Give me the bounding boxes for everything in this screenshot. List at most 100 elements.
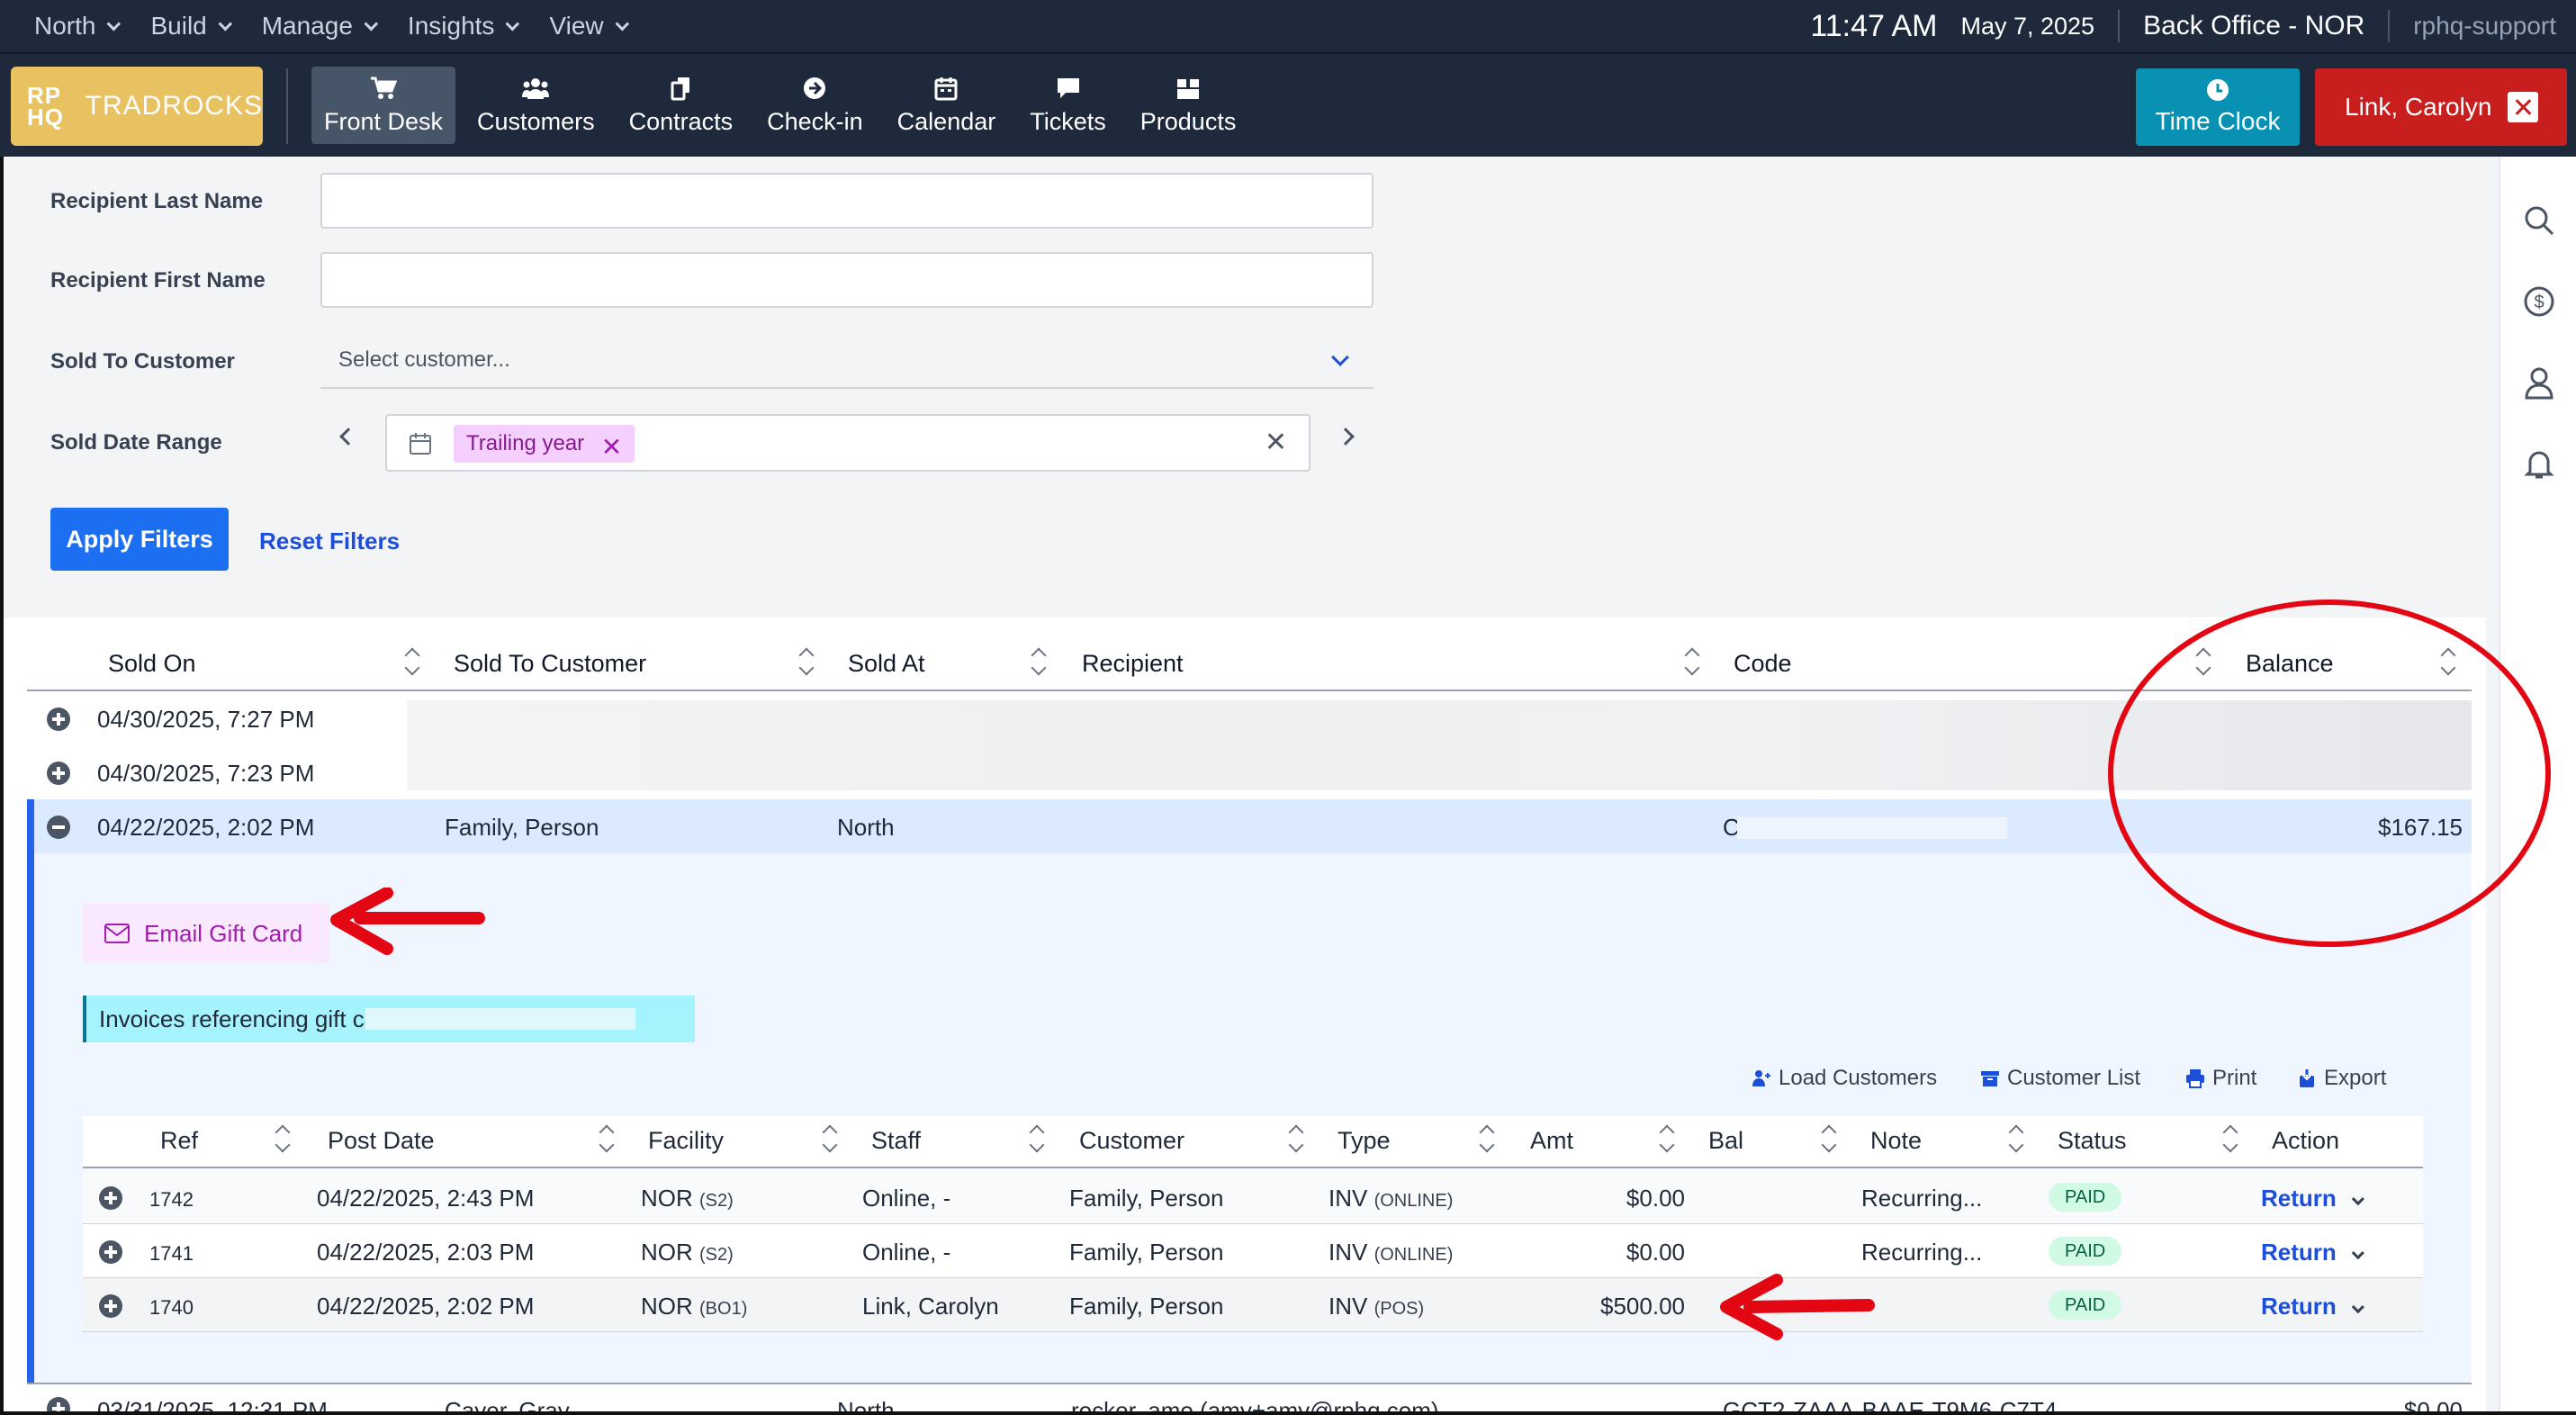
dollar-icon[interactable]: $: [2522, 284, 2556, 319]
brand-logo[interactable]: RP HQ TRADROCKS: [11, 67, 263, 146]
column-facility[interactable]: Facility: [648, 1127, 724, 1155]
column-ref[interactable]: Ref: [160, 1127, 198, 1155]
column-post-date[interactable]: Post Date: [328, 1127, 435, 1155]
user-icon[interactable]: [2522, 365, 2556, 400]
selected-row-indicator: [27, 799, 34, 1383]
recipient-last-name-input[interactable]: [320, 173, 1374, 229]
annotation-arrow: [330, 888, 485, 955]
menu-view[interactable]: View: [549, 12, 629, 41]
reset-filters-link[interactable]: Reset Filters: [259, 527, 400, 555]
date-range-picker[interactable]: Trailing year ✕ ✕: [385, 414, 1311, 472]
print-button[interactable]: Print: [2185, 1066, 2256, 1091]
export-button[interactable]: Export: [2297, 1066, 2386, 1091]
filter-panel: Recipient Last Name Recipient First Name…: [4, 157, 2495, 617]
collapse-row-icon[interactable]: [47, 816, 70, 839]
nav-front-desk[interactable]: Front Desk: [311, 67, 456, 144]
chip-remove-icon[interactable]: ✕: [601, 432, 622, 462]
sort-icon[interactable]: [799, 646, 812, 677]
staff-session-button[interactable]: Link, Carolyn: [2315, 68, 2567, 146]
apply-filters-button[interactable]: Apply Filters: [50, 508, 229, 571]
invoice-row[interactable]: 1742 04/22/2025, 2:43 PM NOR (S2) Online…: [83, 1170, 2423, 1224]
invoice-row[interactable]: 1741 04/22/2025, 2:03 PM NOR (S2) Online…: [83, 1224, 2423, 1278]
users-icon: [1752, 1070, 1770, 1086]
return-action-button[interactable]: Return: [2261, 1293, 2364, 1320]
bell-icon[interactable]: [2522, 446, 2556, 481]
expand-row-icon[interactable]: [47, 708, 70, 731]
sort-icon[interactable]: [2223, 1123, 2236, 1154]
customer-list-button[interactable]: Customer List: [1980, 1066, 2140, 1091]
column-sold-to-customer[interactable]: Sold To Customer: [454, 650, 646, 678]
invoice-row[interactable]: 1740 04/22/2025, 2:02 PM NOR (BO1) Link,…: [83, 1278, 2423, 1332]
recipient-first-name-input[interactable]: [320, 252, 1374, 308]
user-menu[interactable]: rphq-support: [2413, 12, 2556, 41]
sort-icon[interactable]: [1660, 1123, 1672, 1154]
archive-icon: [1981, 1071, 1999, 1086]
sort-icon[interactable]: [823, 1123, 835, 1154]
expand-row-icon[interactable]: [99, 1294, 122, 1318]
sort-icon[interactable]: [405, 646, 418, 677]
nav-check-in[interactable]: Check-in: [754, 67, 876, 144]
sort-icon[interactable]: [1822, 1123, 1834, 1154]
menu-north[interactable]: North: [34, 12, 122, 41]
chevron-down-icon: [107, 16, 122, 31]
column-note[interactable]: Note: [1870, 1127, 1922, 1155]
return-action-button[interactable]: Return: [2261, 1185, 2364, 1212]
table-row-selected[interactable]: 04/22/2025, 2:02 PM Family, Person North…: [27, 799, 2472, 853]
sold-to-customer-select[interactable]: Select customer...: [320, 333, 1374, 389]
column-action[interactable]: Action: [2272, 1127, 2339, 1155]
documents-icon: [671, 77, 690, 100]
office-switcher[interactable]: Back Office - NOR: [2143, 11, 2364, 41]
column-staff[interactable]: Staff: [871, 1127, 921, 1155]
column-recipient[interactable]: Recipient: [1082, 650, 1184, 678]
sort-icon[interactable]: [1030, 1123, 1042, 1154]
previous-range-button[interactable]: [339, 428, 357, 446]
menu-build[interactable]: Build: [150, 12, 232, 41]
column-sold-on[interactable]: Sold On: [108, 650, 196, 678]
main-navbar: RP HQ TRADROCKS Front Desk Customers Cont…: [0, 52, 2576, 157]
sort-icon[interactable]: [2009, 1123, 2022, 1154]
expand-row-icon[interactable]: [47, 762, 70, 785]
expand-row-icon[interactable]: [99, 1186, 122, 1210]
sort-icon[interactable]: [1289, 1123, 1302, 1154]
envelope-icon: [104, 924, 130, 943]
email-gift-card-button[interactable]: Email Gift Card: [83, 904, 329, 963]
close-icon[interactable]: [2508, 92, 2538, 122]
sold-to-customer-label: Sold To Customer: [50, 349, 235, 374]
printer-icon: [2186, 1069, 2204, 1088]
users-icon: [522, 77, 550, 99]
recipient-last-name-label: Recipient Last Name: [50, 189, 264, 213]
column-code[interactable]: Code: [1734, 650, 1792, 678]
sort-icon[interactable]: [1685, 646, 1698, 677]
divider: [286, 68, 288, 144]
nav-tickets[interactable]: Tickets: [1017, 67, 1119, 144]
next-range-button[interactable]: [1337, 428, 1355, 446]
column-sold-at[interactable]: Sold At: [848, 650, 925, 678]
chevron-down-icon: [2351, 1301, 2364, 1314]
column-bal[interactable]: Bal: [1708, 1127, 1743, 1155]
sort-icon[interactable]: [1031, 646, 1044, 677]
sort-icon[interactable]: [1480, 1123, 1492, 1154]
sort-icon[interactable]: [275, 1123, 288, 1154]
menu-insights[interactable]: Insights: [408, 12, 520, 41]
nav-calendar[interactable]: Calendar: [885, 67, 1009, 144]
column-amt[interactable]: Amt: [1530, 1127, 1573, 1155]
nav-products[interactable]: Products: [1128, 67, 1249, 144]
sort-icon[interactable]: [599, 1123, 612, 1154]
expand-row-icon[interactable]: [99, 1240, 122, 1264]
load-customers-button[interactable]: Load Customers: [1752, 1066, 1937, 1091]
brand-name: TRADROCKS: [85, 91, 263, 121]
nav-contracts[interactable]: Contracts: [617, 67, 746, 144]
search-icon[interactable]: [2522, 203, 2556, 238]
return-action-button[interactable]: Return: [2261, 1239, 2364, 1266]
time-clock-button[interactable]: Time Clock: [2136, 68, 2300, 146]
nav-customers[interactable]: Customers: [464, 67, 608, 144]
chevron-down-icon: [2351, 1193, 2364, 1206]
column-customer[interactable]: Customer: [1079, 1127, 1184, 1155]
clock-time: 11:47 AM: [1810, 8, 1938, 43]
column-type[interactable]: Type: [1338, 1127, 1391, 1155]
clear-icon[interactable]: ✕: [1265, 427, 1287, 458]
invoices-referencing-banner: Invoices referencing gift card: Ca: [83, 996, 695, 1042]
column-status[interactable]: Status: [2058, 1127, 2127, 1155]
menu-manage[interactable]: Manage: [262, 12, 379, 41]
table-row[interactable]: 03/31/2025, 12:31 PM Cayer, Gray North r…: [27, 1383, 2472, 1415]
